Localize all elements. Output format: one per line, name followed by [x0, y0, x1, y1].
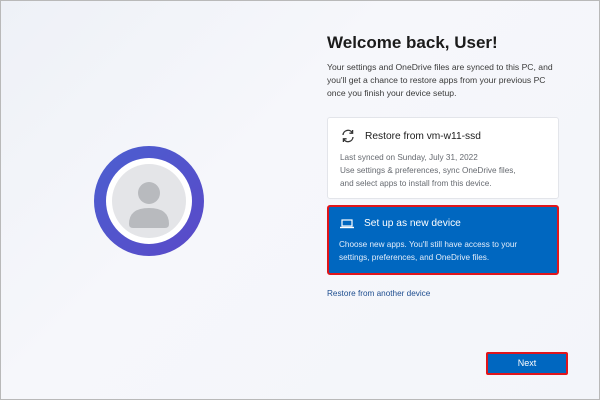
description-line: Your settings and OneDrive files are syn…: [327, 62, 553, 72]
sync-icon: [342, 129, 354, 143]
new-device-option-title: Set up as new device: [364, 217, 461, 229]
setup-window: Welcome back, User! Your settings and On…: [0, 0, 600, 400]
new-device-option-line: settings, preferences, and OneDrive file…: [339, 253, 490, 262]
restore-option-description: Last synced on Sunday, July 31, 2022 Use…: [340, 151, 516, 190]
restore-option-title: Restore from vm-w11-ssd: [365, 130, 481, 142]
page-title: Welcome back, User!: [327, 33, 498, 52]
user-avatar-icon: [112, 164, 186, 238]
description-line: once you finish your device setup.: [327, 88, 457, 98]
restore-option-line: Use settings & preferences, sync OneDriv…: [340, 166, 516, 175]
restore-option-line: and select apps to install from this dev…: [340, 179, 492, 188]
page-description: Your settings and OneDrive files are syn…: [327, 61, 567, 100]
user-avatar: [94, 146, 204, 256]
restore-from-another-device-link[interactable]: Restore from another device: [327, 289, 430, 298]
description-line: you'll get a chance to restore apps from…: [327, 75, 546, 85]
new-device-option-card[interactable]: Set up as new device Choose new apps. Yo…: [327, 205, 559, 275]
new-device-option-description: Choose new apps. You'll still have acces…: [339, 238, 517, 264]
next-button[interactable]: Next: [486, 352, 568, 375]
laptop-icon: [340, 219, 354, 229]
restore-option-line: Last synced on Sunday, July 31, 2022: [340, 153, 478, 162]
restore-option-card[interactable]: Restore from vm-w11-ssd Last synced on S…: [327, 117, 559, 199]
new-device-option-line: Choose new apps. You'll still have acces…: [339, 240, 518, 249]
